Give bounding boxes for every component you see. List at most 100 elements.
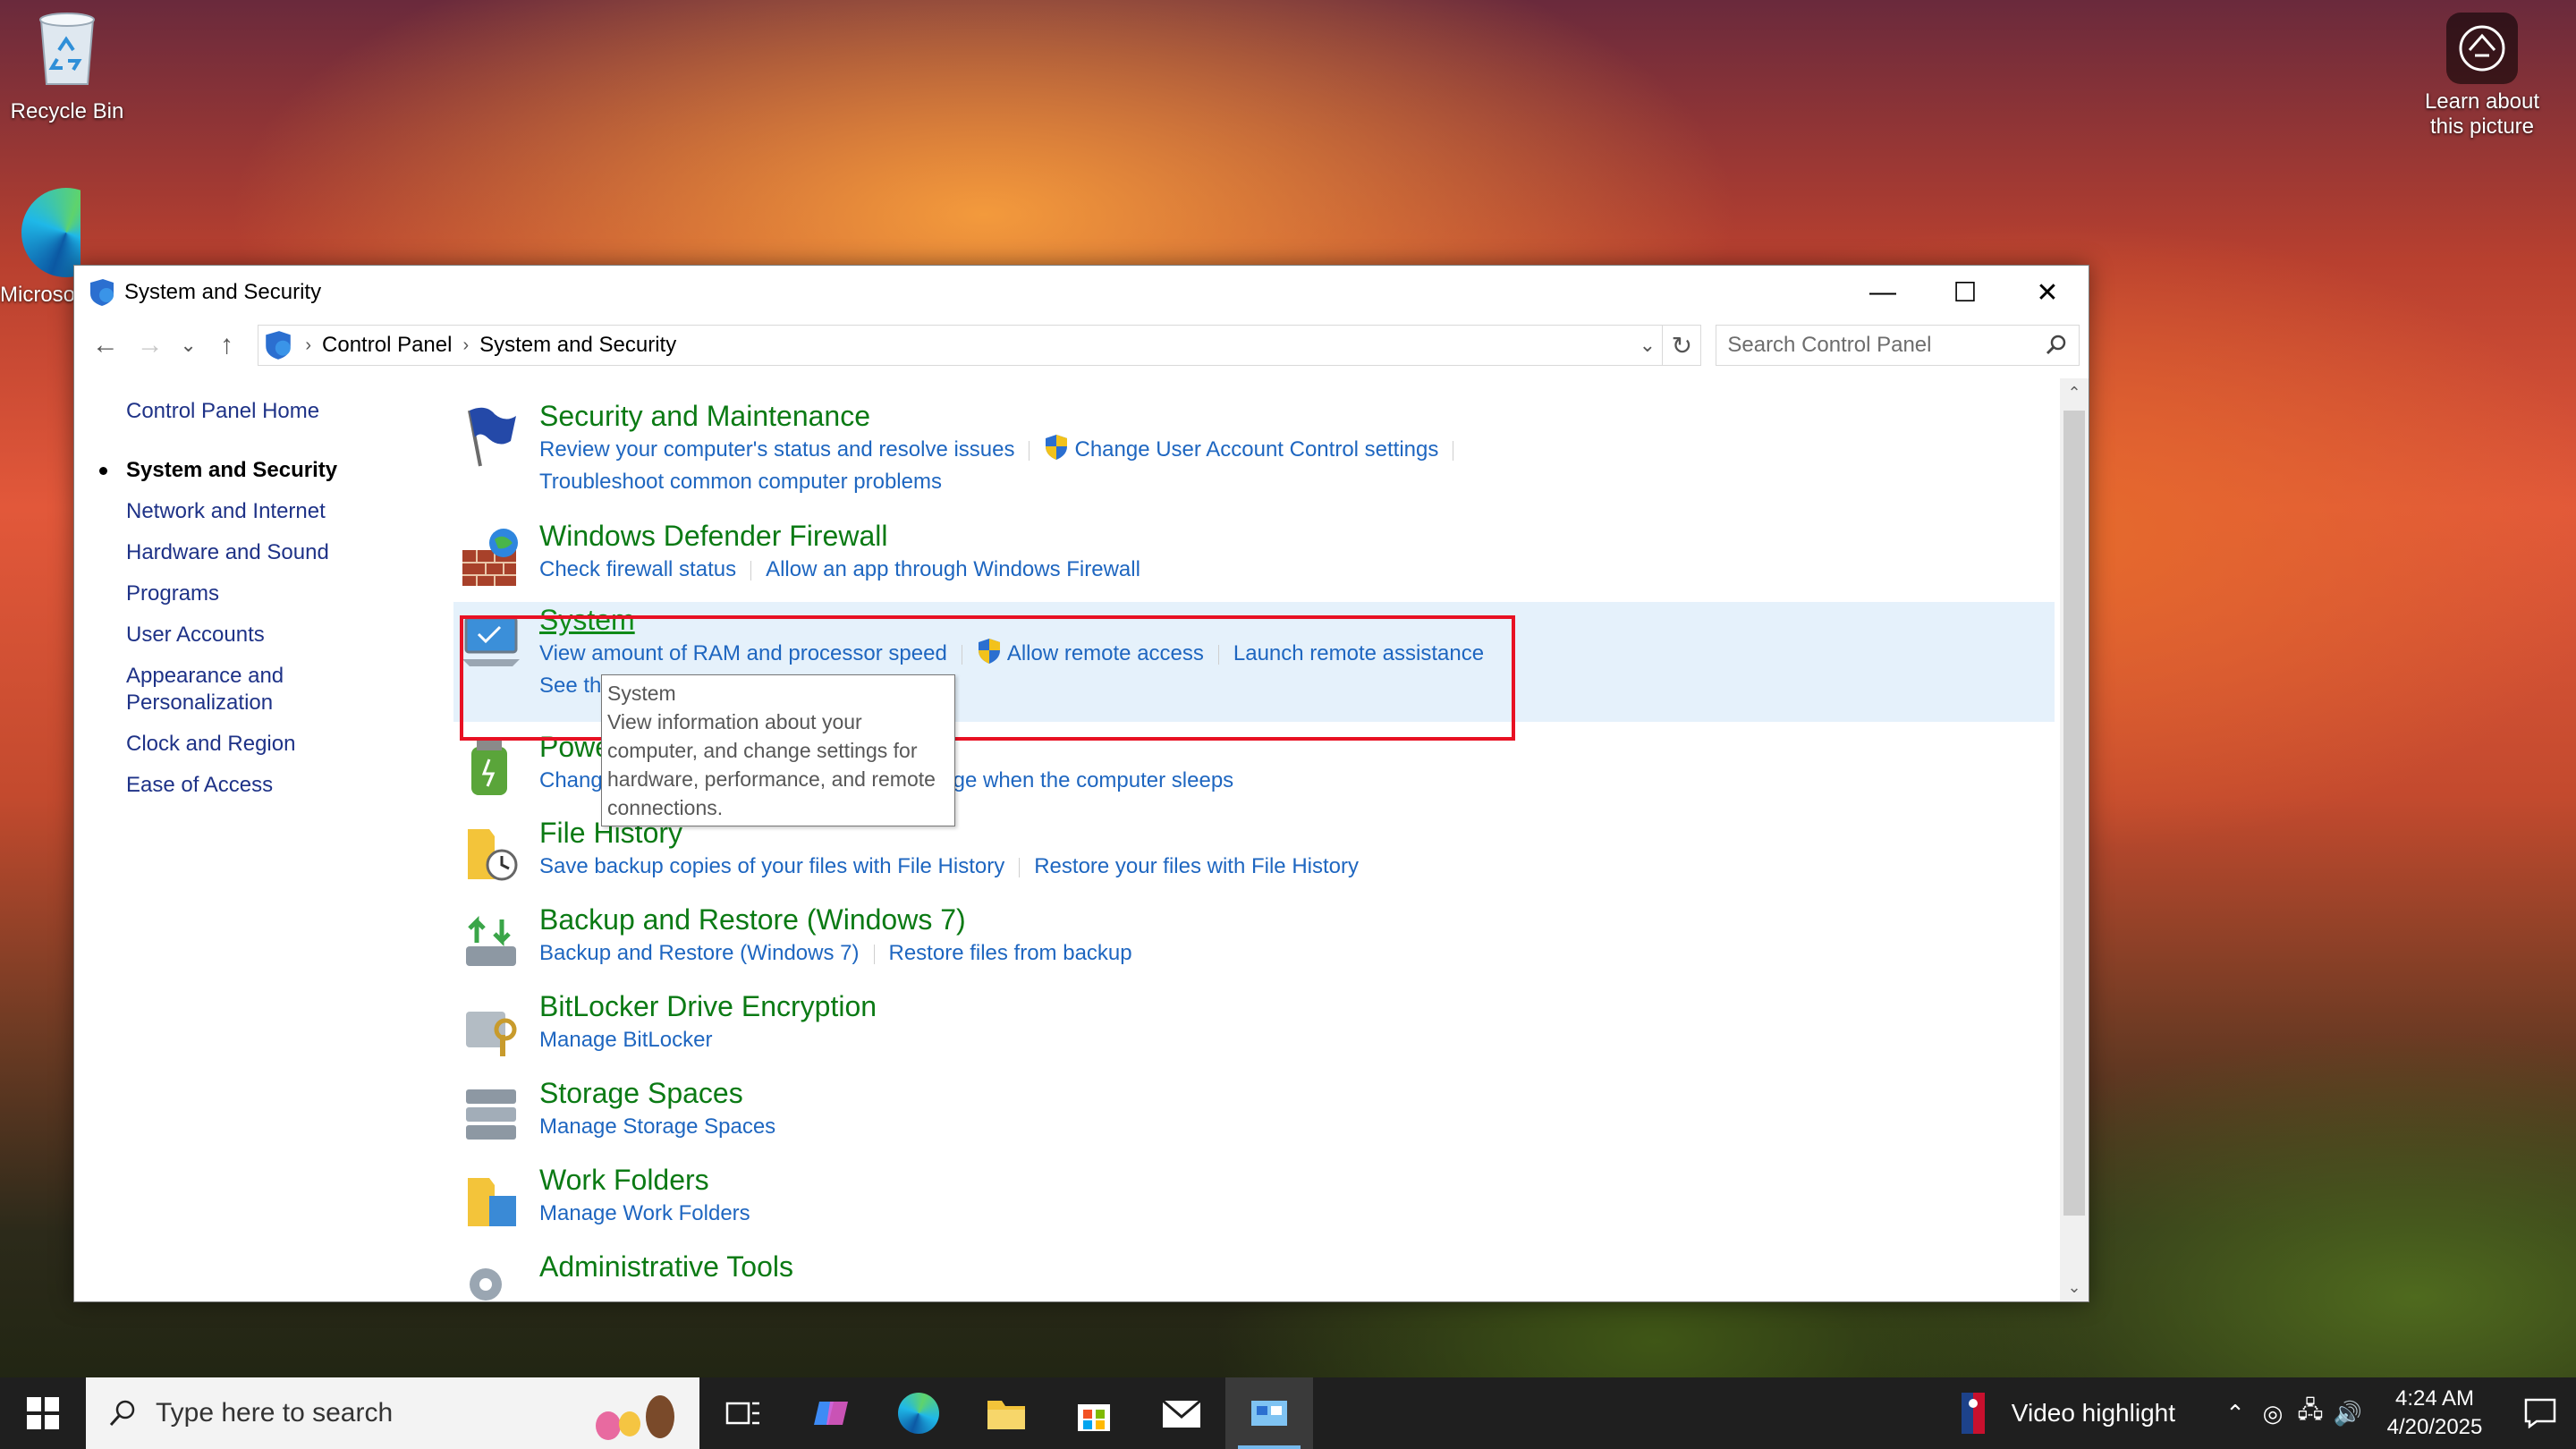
meet-now-icon[interactable]: ◎ bbox=[2254, 1377, 2292, 1449]
nav-hardware-and-sound[interactable]: Hardware and Sound bbox=[126, 539, 450, 566]
system-tray: Video highlight ⌃ ◎ 🖧 🔊 4:24 AM 4/20/202… bbox=[1961, 1377, 2576, 1449]
title-bar[interactable]: System and Security — ☐ ✕ bbox=[74, 266, 2089, 319]
category-file-history: File History Save backup copies of your … bbox=[459, 815, 2033, 902]
close-icon: ✕ bbox=[2036, 277, 2059, 308]
control-panel-icon bbox=[90, 279, 114, 306]
network-icon[interactable]: 🖧 bbox=[2292, 1377, 2329, 1449]
link-manage-storage-spaces[interactable]: Manage Storage Spaces bbox=[539, 1114, 775, 1139]
control-panel-window: System and Security — ☐ ✕ ← → ⌄ ↑ › Cont… bbox=[73, 265, 2089, 1302]
forward-button[interactable]: → bbox=[128, 323, 173, 368]
refresh-icon[interactable]: ↻ bbox=[1663, 331, 1700, 360]
microsoft-store-button[interactable] bbox=[1050, 1377, 1138, 1449]
scroll-thumb[interactable] bbox=[2063, 411, 2085, 1216]
up-button[interactable]: ↑ bbox=[205, 323, 250, 368]
back-button[interactable]: ← bbox=[83, 323, 128, 368]
nav-user-accounts[interactable]: User Accounts bbox=[126, 622, 450, 648]
link-change-uac-settings[interactable]: Change User Account Control settings bbox=[1074, 437, 1438, 462]
breadcrumb-control-panel[interactable]: Control Panel bbox=[322, 333, 452, 358]
category-title[interactable]: Administrative Tools bbox=[539, 1249, 793, 1284]
category-title[interactable]: Work Folders bbox=[539, 1162, 750, 1198]
task-view-button[interactable] bbox=[699, 1377, 787, 1449]
control-panel-taskbar-button[interactable] bbox=[1225, 1377, 1313, 1449]
control-panel-small-icon bbox=[266, 331, 292, 360]
breadcrumb-separator-icon: › bbox=[305, 335, 312, 355]
start-button[interactable] bbox=[0, 1377, 86, 1449]
nav-network-and-internet[interactable]: Network and Internet bbox=[126, 498, 450, 525]
notification-icon bbox=[2524, 1398, 2556, 1428]
link-restore-files-from-backup[interactable]: Restore files from backup bbox=[889, 941, 1132, 965]
learn-about-picture-icon[interactable]: Learn about this picture bbox=[2415, 13, 2549, 140]
scroll-down-icon[interactable]: ⌄ bbox=[2060, 1273, 2089, 1301]
nav-control-panel-home[interactable]: Control Panel Home bbox=[126, 398, 450, 425]
category-list: Security and Maintenance Review your com… bbox=[453, 378, 2055, 1301]
edge-desktop-icon[interactable]: Microsoft Edge bbox=[0, 188, 80, 308]
category-title[interactable]: BitLocker Drive Encryption bbox=[539, 988, 877, 1024]
admin-tools-icon bbox=[470, 1268, 502, 1301]
category-windows-defender-firewall: Windows Defender Firewall Check firewall… bbox=[459, 518, 2033, 602]
nav-ease-of-access[interactable]: Ease of Access bbox=[126, 772, 450, 799]
link-review-status[interactable]: Review your computer's status and resolv… bbox=[539, 437, 1014, 462]
category-title[interactable]: Storage Spaces bbox=[539, 1075, 775, 1111]
link-troubleshoot[interactable]: Troubleshoot common computer problems bbox=[539, 470, 942, 494]
edge-desktop-label: Microsoft Edge bbox=[0, 283, 80, 307]
scroll-up-icon[interactable]: ⌃ bbox=[2060, 378, 2089, 407]
news-widget[interactable]: Video highlight bbox=[1961, 1393, 2175, 1434]
clock[interactable]: 4:24 AM 4/20/2025 bbox=[2381, 1385, 2488, 1442]
breadcrumb-system-and-security[interactable]: System and Security bbox=[479, 333, 676, 358]
maximize-icon: ☐ bbox=[1953, 277, 1978, 308]
left-navigation: Control Panel Home System and Security N… bbox=[74, 378, 450, 813]
folder-icon bbox=[987, 1401, 1025, 1429]
search-input[interactable] bbox=[1727, 333, 2044, 358]
nav-programs[interactable]: Programs bbox=[126, 580, 450, 607]
volume-icon[interactable]: 🔊 bbox=[2329, 1377, 2367, 1449]
nav-clock-and-region[interactable]: Clock and Region bbox=[126, 731, 450, 758]
category-work-folders: Work Folders Manage Work Folders bbox=[459, 1162, 2033, 1249]
link-manage-bitlocker[interactable]: Manage BitLocker bbox=[539, 1028, 712, 1052]
link-manage-work-folders[interactable]: Manage Work Folders bbox=[539, 1201, 750, 1225]
task-view-icon bbox=[725, 1402, 759, 1425]
edge-icon bbox=[21, 188, 80, 277]
taskbar: Type here to search Video highlight ⌃ ◎ … bbox=[0, 1377, 2576, 1449]
forward-arrow-icon: → bbox=[136, 330, 164, 360]
clock-time: 4:24 AM bbox=[2394, 1386, 2475, 1411]
clock-date: 4/20/2025 bbox=[2386, 1415, 2483, 1439]
link-allow-app-firewall[interactable]: Allow an app through Windows Firewall bbox=[766, 557, 1140, 581]
bitlocker-icon bbox=[466, 1012, 517, 1056]
maximize-button[interactable]: ☐ bbox=[1924, 266, 2006, 319]
category-title[interactable]: Windows Defender Firewall bbox=[539, 518, 1140, 554]
easter-eggs-icon bbox=[596, 1395, 674, 1440]
back-arrow-icon: ← bbox=[91, 330, 119, 360]
address-row: ← → ⌄ ↑ › Control Panel › System and Sec… bbox=[74, 319, 2089, 371]
category-title[interactable]: Backup and Restore (Windows 7) bbox=[539, 902, 1132, 937]
minimize-button[interactable]: — bbox=[1842, 266, 1924, 319]
show-hidden-icons-button[interactable]: ⌃ bbox=[2216, 1377, 2254, 1449]
firewall-icon bbox=[462, 529, 518, 586]
tooltip-body: View information about your computer, an… bbox=[607, 710, 936, 819]
address-dropdown-icon[interactable]: ⌄ bbox=[1632, 326, 1664, 365]
search-box[interactable] bbox=[1716, 325, 2080, 366]
copilot-button[interactable] bbox=[787, 1377, 875, 1449]
taskbar-search-placeholder: Type here to search bbox=[156, 1398, 394, 1428]
address-bar[interactable]: › Control Panel › System and Security ⌄ … bbox=[258, 325, 1702, 366]
link-backup-and-restore[interactable]: Backup and Restore (Windows 7) bbox=[539, 941, 860, 965]
search-icon[interactable] bbox=[2043, 333, 2068, 358]
recycle-bin-desktop-icon[interactable]: Recycle Bin bbox=[0, 7, 134, 124]
close-button[interactable]: ✕ bbox=[2006, 266, 2089, 319]
file-explorer-button[interactable] bbox=[962, 1377, 1050, 1449]
mail-button[interactable] bbox=[1138, 1377, 1225, 1449]
link-save-backup-copies[interactable]: Save backup copies of your files with Fi… bbox=[539, 854, 1004, 878]
power-icon bbox=[471, 740, 507, 795]
file-history-icon bbox=[468, 829, 518, 881]
nav-system-and-security[interactable]: System and Security bbox=[99, 457, 450, 484]
minimize-icon: — bbox=[1869, 277, 1896, 307]
edge-taskbar-button[interactable] bbox=[875, 1377, 962, 1449]
taskbar-search-box[interactable]: Type here to search bbox=[86, 1377, 699, 1449]
recent-locations-button[interactable]: ⌄ bbox=[173, 323, 205, 368]
uac-shield-icon bbox=[1046, 435, 1068, 460]
category-title[interactable]: Security and Maintenance bbox=[539, 398, 1468, 434]
nav-appearance-and-personalization[interactable]: Appearance and Personalization bbox=[126, 663, 314, 716]
link-restore-file-history[interactable]: Restore your files with File History bbox=[1034, 854, 1359, 878]
notification-center-button[interactable] bbox=[2504, 1377, 2576, 1449]
vertical-scrollbar[interactable]: ⌃ ⌄ bbox=[2060, 378, 2089, 1301]
link-check-firewall[interactable]: Check firewall status bbox=[539, 557, 736, 581]
